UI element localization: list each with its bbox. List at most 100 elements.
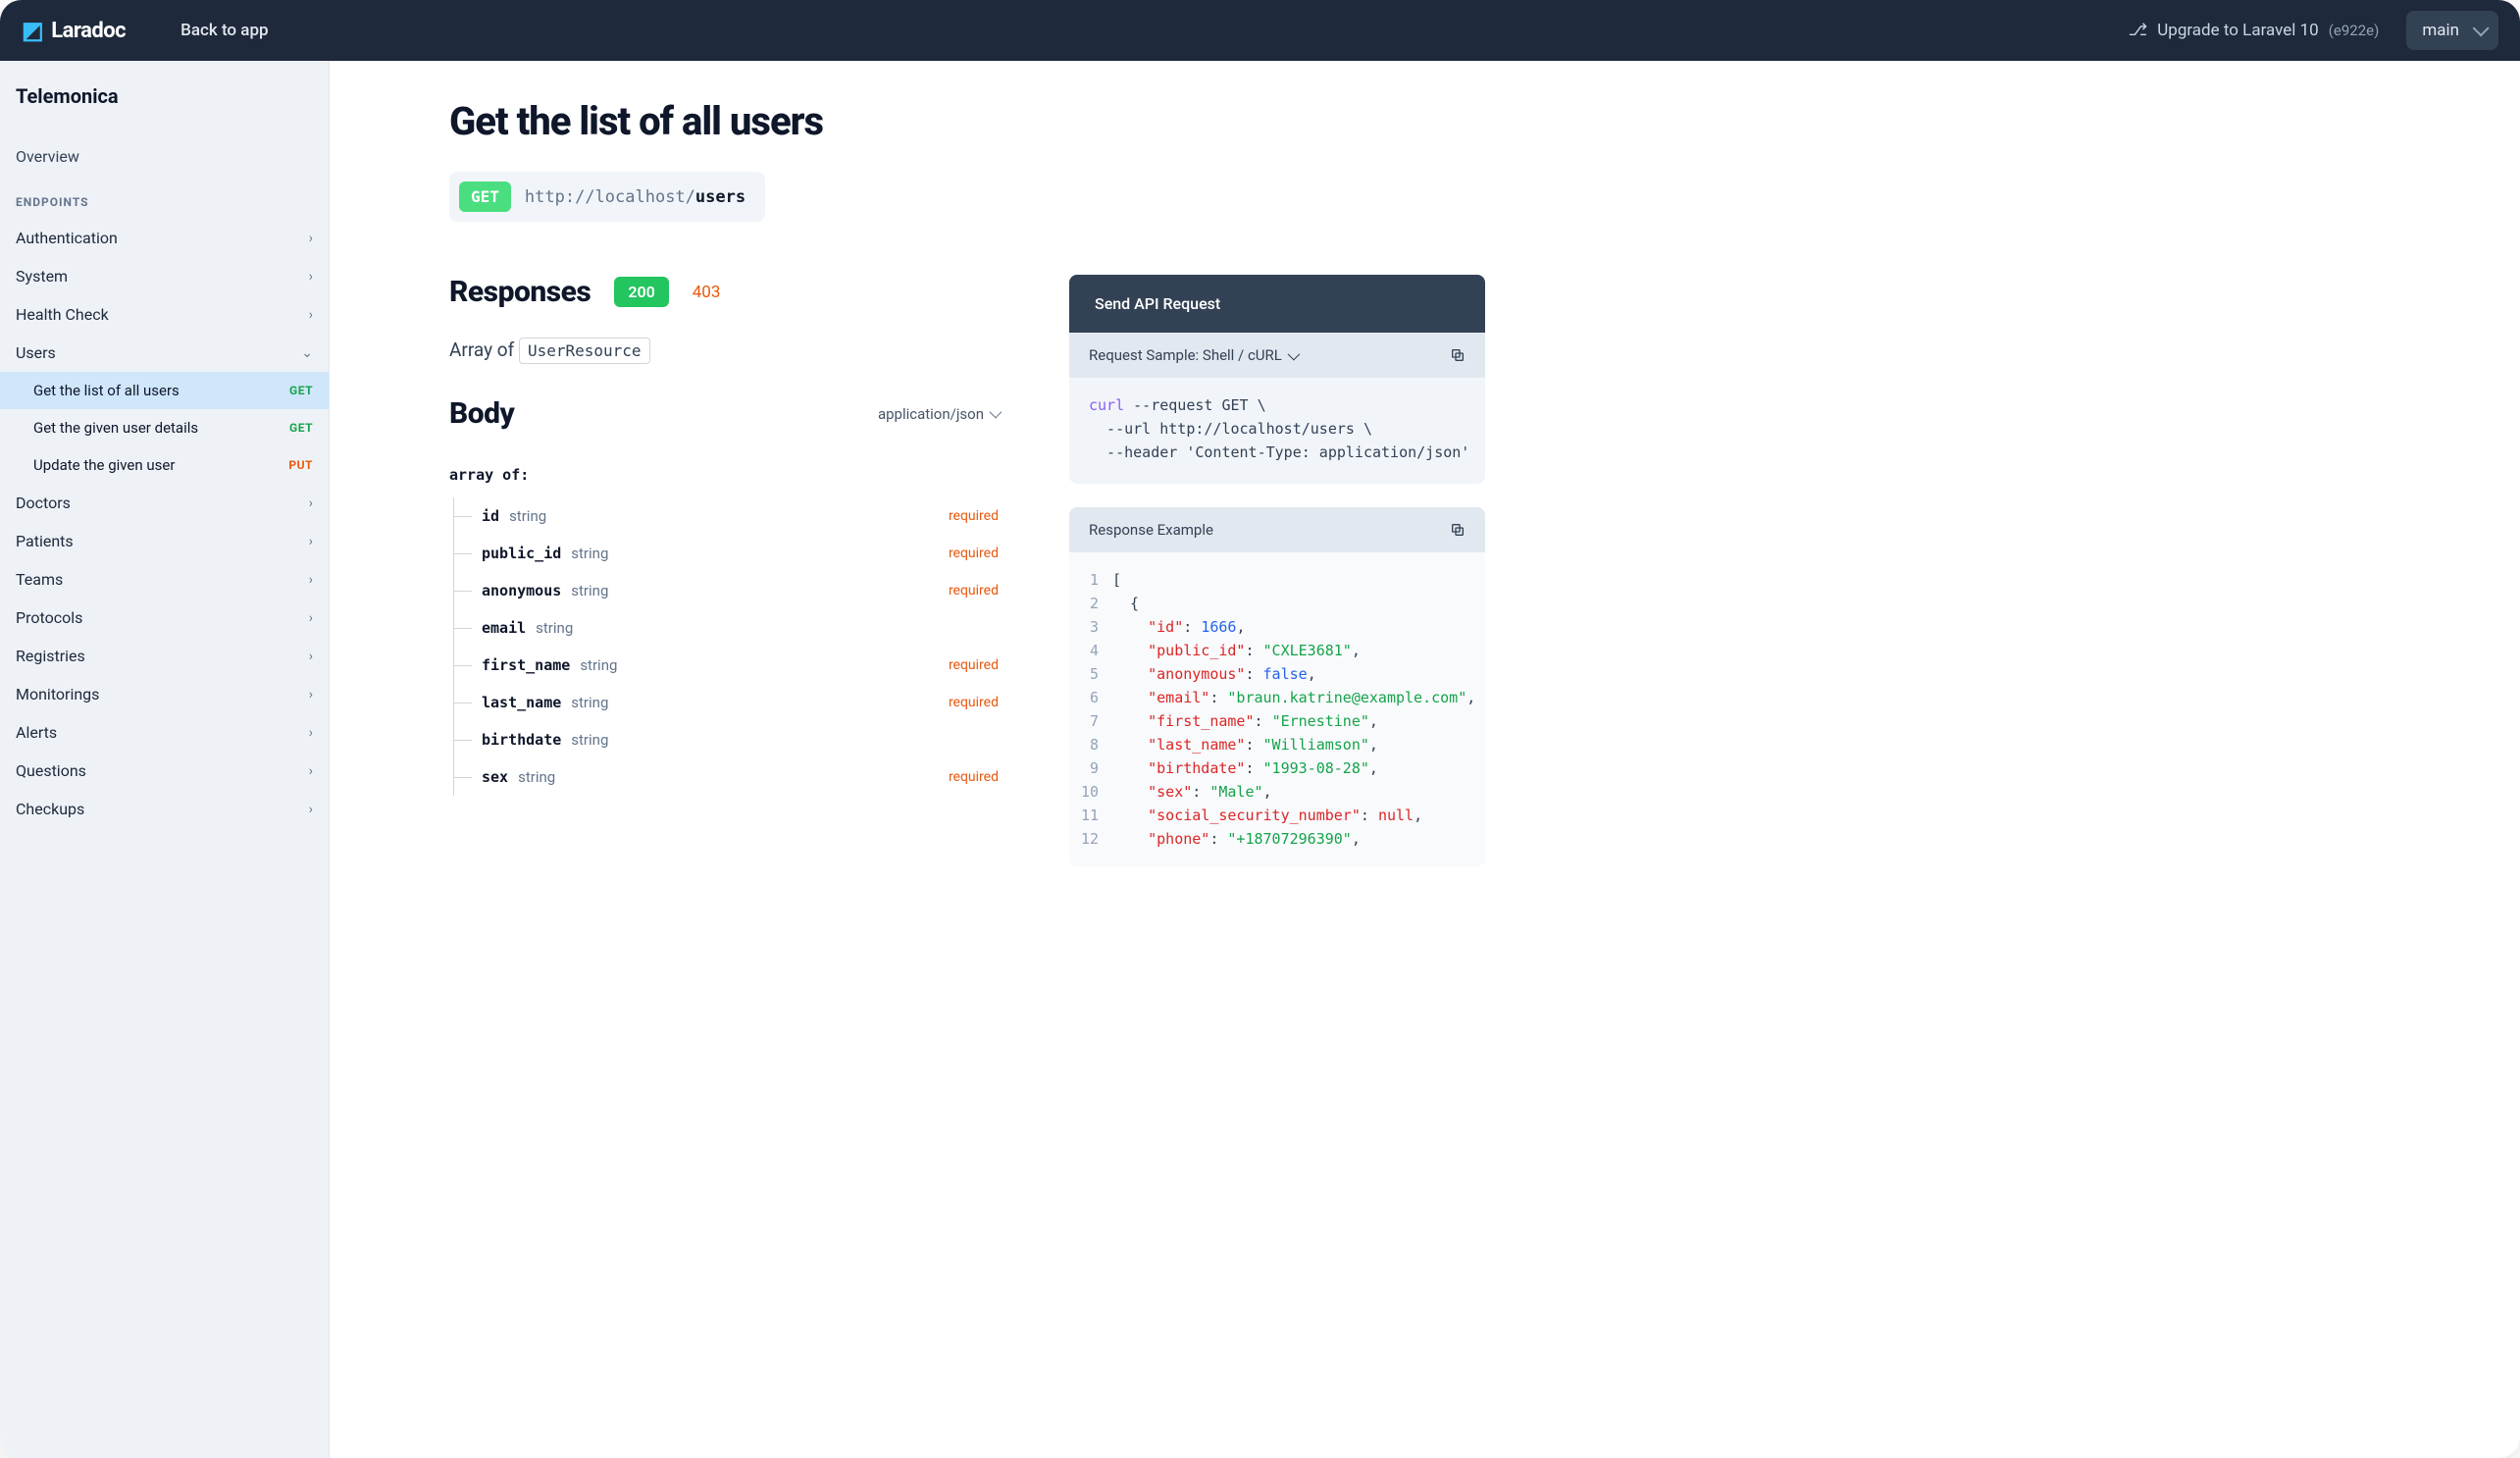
sidebar-group-label: Teams — [16, 570, 63, 589]
line-number: 8 — [1069, 733, 1112, 756]
json-line: 5 "anonymous": false, — [1069, 662, 1485, 686]
json-code: "public_id": "CXLE3681", — [1112, 639, 1361, 662]
sidebar-endpoint-label: Update the given user — [33, 456, 175, 474]
logo-mark-icon: ◩ — [22, 17, 43, 44]
branch-selector[interactable]: main — [2406, 11, 2498, 50]
field-row: sexstringrequired — [454, 758, 999, 796]
field-name: anonymous — [454, 582, 561, 599]
chevron-right-icon: › — [309, 802, 313, 817]
required-badge: required — [949, 657, 999, 673]
json-code: "email": "braun.katrine@example.com", — [1112, 686, 1475, 709]
upgrade-banner[interactable]: ⎇ Upgrade to Laravel 10 (e922e) — [2129, 21, 2380, 40]
json-code: "birthdate": "1993-08-28", — [1112, 756, 1378, 780]
endpoint-url: http://localhost/users — [525, 187, 746, 207]
response-example-header: Response Example — [1069, 507, 1485, 552]
field-type: string — [509, 507, 546, 525]
field-name: sex — [454, 768, 508, 786]
copy-icon[interactable] — [1450, 522, 1466, 538]
sidebar-group-label: Checkups — [16, 800, 84, 818]
request-sample-code: curl --request GET \ --url http://localh… — [1069, 378, 1485, 484]
json-line: 7 "first_name": "Ernestine", — [1069, 709, 1485, 733]
field-row: birthdate string — [454, 721, 999, 758]
field-type: string — [571, 731, 608, 749]
chevron-right-icon: › — [309, 572, 313, 588]
required-badge: required — [949, 546, 999, 561]
sidebar-group[interactable]: Authentication› — [0, 219, 329, 257]
topbar: ◩ Laradoc Back to app ⎇ Upgrade to Larav… — [0, 0, 2520, 61]
logo[interactable]: ◩ Laradoc — [22, 17, 126, 44]
sidebar-group[interactable]: Doctors› — [0, 484, 329, 522]
sidebar-group[interactable]: Checkups › — [0, 790, 329, 828]
method-badge: GET — [289, 384, 313, 397]
page-title: Get the list of all users — [449, 98, 999, 144]
chevron-right-icon: › — [309, 687, 313, 703]
chevron-right-icon: › — [309, 269, 313, 285]
right-panel: Send API Request Request Sample: Shell /… — [1069, 98, 1485, 1419]
json-line: 2 { — [1069, 592, 1485, 615]
chevron-right-icon: › — [309, 534, 313, 549]
request-sample-header[interactable]: Request Sample: Shell / cURL — [1069, 333, 1485, 378]
field-name: id — [454, 507, 499, 525]
chevron-right-icon: › — [309, 610, 313, 626]
content-type-selector[interactable]: application/json — [878, 405, 999, 423]
project-title: Telemonica — [0, 84, 329, 137]
sidebar-group-label: Health Check — [16, 305, 109, 324]
send-api-request-button[interactable]: Send API Request — [1069, 275, 1485, 333]
json-line: 3 "id": 1666, — [1069, 615, 1485, 639]
sidebar-group-label: Registries — [16, 647, 85, 665]
sidebar-endpoint-item[interactable]: Update the given userPUT — [0, 446, 329, 484]
sidebar-group[interactable]: Teams › — [0, 560, 329, 599]
field-type: string — [571, 545, 608, 562]
line-number: 5 — [1069, 662, 1112, 686]
sidebar-endpoint-item[interactable]: Get the given user detailsGET — [0, 409, 329, 446]
status-403-tab[interactable]: 403 — [693, 283, 721, 302]
json-code: "social_security_number": null, — [1112, 804, 1422, 827]
sidebar-group[interactable]: System› — [0, 257, 329, 295]
line-number: 4 — [1069, 639, 1112, 662]
response-example-code: 1[2 {3 "id": 1666,4 "public_id": "CXLE36… — [1069, 552, 1485, 866]
chevron-right-icon: › — [309, 307, 313, 323]
back-to-app-link[interactable]: Back to app — [180, 21, 268, 40]
json-line: 4 "public_id": "CXLE3681", — [1069, 639, 1485, 662]
sidebar-group-label: Monitorings — [16, 685, 99, 703]
status-200-tab[interactable]: 200 — [614, 277, 668, 307]
json-code: "last_name": "Williamson", — [1112, 733, 1378, 756]
field-row: emailstring — [454, 609, 999, 647]
sidebar-endpoint-label: Get the list of all users — [33, 382, 180, 399]
sidebar-group[interactable]: Registries› — [0, 637, 329, 675]
sidebar-group[interactable]: Patients › — [0, 522, 329, 560]
sidebar-group-label: Questions — [16, 761, 86, 780]
json-line: 1[ — [1069, 568, 1485, 592]
sidebar-group-label: Patients — [16, 532, 74, 550]
sidebar-endpoint-label: Get the given user details — [33, 419, 198, 437]
upgrade-hash: (e922e) — [2329, 22, 2380, 39]
field-name: birthdate — [454, 731, 561, 749]
line-number: 1 — [1069, 568, 1112, 592]
required-badge: required — [949, 583, 999, 599]
sidebar-group[interactable]: Alerts› — [0, 713, 329, 752]
sidebar-group-label: Protocols — [16, 608, 82, 627]
fields-list: idstringrequiredpublic_idstringrequireda… — [453, 497, 999, 796]
sidebar-endpoint-item[interactable]: Get the list of all users GET — [0, 372, 329, 409]
field-type: string — [571, 582, 608, 599]
responses-heading: Responses — [449, 275, 591, 309]
sidebar-group[interactable]: Protocols › — [0, 599, 329, 637]
sidebar-group-label: Users — [16, 343, 56, 362]
sidebar-group-label: Alerts — [16, 723, 57, 742]
http-method-badge: GET — [459, 182, 511, 212]
chevron-right-icon: › — [309, 763, 313, 779]
nav-overview[interactable]: Overview — [0, 137, 329, 176]
sidebar-group[interactable]: Monitorings › — [0, 675, 329, 713]
field-name: first_name — [454, 656, 570, 674]
sidebar-group[interactable]: Health Check › — [0, 295, 329, 334]
field-name: public_id — [454, 545, 561, 562]
copy-icon[interactable] — [1450, 347, 1466, 363]
body-heading: Body — [449, 396, 514, 431]
json-code: "sex": "Male", — [1112, 780, 1272, 804]
main-content: Get the list of all users GET http://loc… — [330, 61, 2520, 1458]
schema-array-of: array of: — [449, 466, 999, 484]
field-row: idstringrequired — [454, 497, 999, 535]
sidebar-group[interactable]: Questions › — [0, 752, 329, 790]
field-type: string — [536, 619, 573, 637]
sidebar-group[interactable]: Users⌄ — [0, 334, 329, 372]
